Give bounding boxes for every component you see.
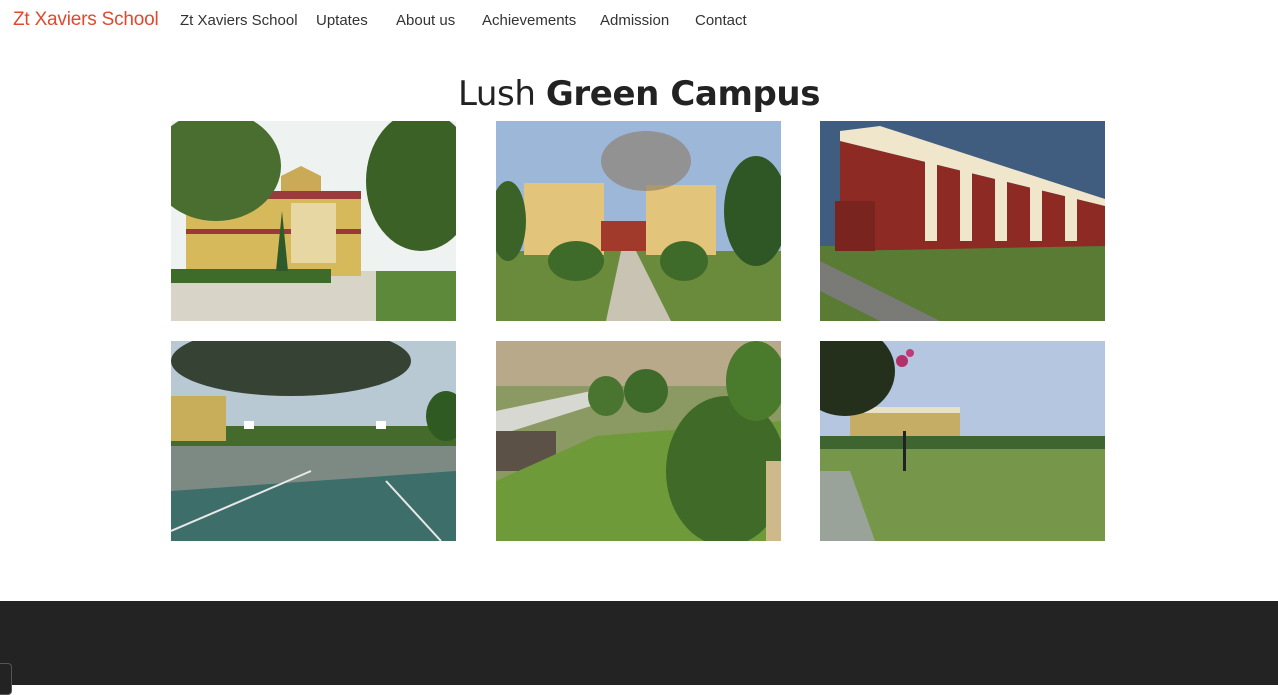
brand-logo-link[interactable]: Zt Xaviers School: [13, 9, 159, 31]
campus-walkway-image: [496, 121, 781, 321]
gallery-heading: Lush Green Campus: [0, 74, 1278, 114]
campus-walkway-photo[interactable]: [496, 121, 781, 321]
campus-red-building-photo[interactable]: [820, 121, 1105, 321]
nav-item-home[interactable]: Zt Xaviers School: [180, 12, 298, 29]
nav-item-updates[interactable]: Uptates: [316, 12, 368, 29]
basketball-court-photo[interactable]: [171, 341, 456, 541]
nav-item-about[interactable]: About us: [396, 12, 455, 29]
gallery-heading-bold: Green Campus: [545, 74, 821, 114]
gallery-heading-light: Lush: [457, 74, 536, 114]
campus-building-photo[interactable]: [171, 121, 456, 321]
nav-item-achievements[interactable]: Achievements: [482, 12, 576, 29]
campus-building-image: [171, 121, 456, 321]
playground-field-image: [820, 341, 1105, 541]
playground-field-photo[interactable]: [820, 341, 1105, 541]
navbar: Zt Xaviers School Zt Xaviers School Upta…: [0, 0, 1278, 42]
nav-item-contact[interactable]: Contact: [695, 12, 747, 29]
nav-item-admission[interactable]: Admission: [600, 12, 669, 29]
campus-red-building-image: [820, 121, 1105, 321]
garden-lawn-image: [496, 341, 781, 541]
corner-tab[interactable]: [0, 663, 12, 695]
footer: [0, 601, 1278, 685]
basketball-court-image: [171, 341, 456, 541]
garden-lawn-photo[interactable]: [496, 341, 781, 541]
